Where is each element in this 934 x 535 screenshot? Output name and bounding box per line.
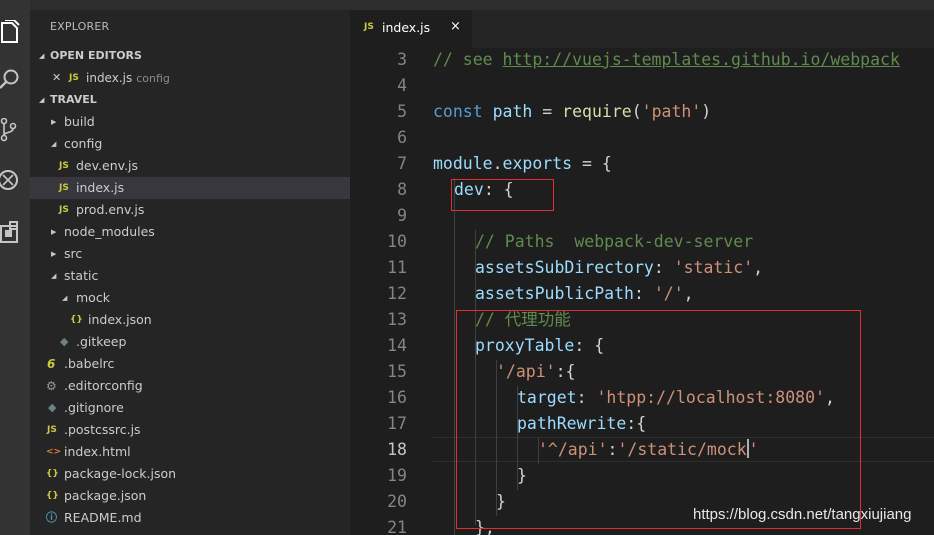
line-number: 6 xyxy=(397,128,407,147)
watermark: https://blog.csdn.net/tangxiujiang xyxy=(693,506,912,523)
tree-item-prod-env-js[interactable]: JS prod.env.js xyxy=(30,199,350,221)
js-file-icon: JS xyxy=(59,183,69,193)
tree-item-package-json[interactable]: {} package.json xyxy=(30,485,350,507)
code-line: assetsPublicPath: '/', xyxy=(475,284,694,303)
open-editor-item[interactable]: ✕ JS index.js config xyxy=(30,67,350,89)
chevron-right-icon: ▶ xyxy=(51,118,57,126)
diamond-icon: ◆ xyxy=(60,335,69,348)
code-line: const path = require('path') xyxy=(433,102,712,121)
gear-icon: ⚙ xyxy=(46,379,57,393)
chevron-right-icon: ▶ xyxy=(51,228,57,236)
open-editors-header[interactable]: ◢ OPEN EDITORS xyxy=(30,45,350,67)
tree-item-index-html[interactable]: <> index.html xyxy=(30,441,350,463)
line-number: 16 xyxy=(387,388,407,407)
line-number: 7 xyxy=(397,154,407,173)
title-bar-strip xyxy=(350,0,934,10)
tree-item-babelrc[interactable]: 6 .babelrc xyxy=(30,353,350,375)
tree-item-package-lock-json[interactable]: {} package-lock.json xyxy=(30,463,350,485)
tree-item-editorconfig[interactable]: ⚙ .editorconfig xyxy=(30,375,350,397)
chevron-down-icon: ◢ xyxy=(62,294,68,302)
line-number: 3 xyxy=(397,50,407,69)
indent-guide xyxy=(454,178,455,535)
close-icon[interactable]: ✕ xyxy=(52,67,61,89)
activity-bar xyxy=(0,0,30,535)
explorer-title: EXPLORER xyxy=(50,20,110,33)
tree-item-gitkeep[interactable]: ◆ .gitkeep xyxy=(30,331,350,353)
tree-item-postcssrc-js[interactable]: JS .postcssrc.js xyxy=(30,419,350,441)
tree-item-index-js[interactable]: JS index.js xyxy=(30,177,350,199)
highlight-box-proxy xyxy=(456,310,861,529)
line-number: 17 xyxy=(387,414,407,433)
extensions-icon[interactable] xyxy=(0,214,30,250)
highlight-box-dev xyxy=(451,179,554,211)
code-line: // see http://vuejs-templates.github.io/… xyxy=(433,50,900,69)
line-number: 19 xyxy=(387,466,407,485)
line-number-active: 18 xyxy=(387,440,407,459)
code-line: module.exports = { xyxy=(433,154,612,173)
code-line: assetsSubDirectory: 'static', xyxy=(475,258,764,277)
tab-index-js[interactable]: JS index.js × xyxy=(350,10,472,48)
tree-item-mock[interactable]: ◢ mock xyxy=(30,287,350,309)
babel-icon: 6 xyxy=(47,357,56,371)
search-icon[interactable] xyxy=(0,62,30,98)
line-number: 9 xyxy=(397,206,407,225)
line-number: 13 xyxy=(387,310,407,329)
diamond-icon: ◆ xyxy=(48,401,57,414)
json-file-icon: {} xyxy=(70,315,83,325)
js-file-icon: JS xyxy=(69,73,79,83)
tree-item-config[interactable]: ◢ config xyxy=(30,133,350,155)
js-file-icon: JS xyxy=(364,22,374,32)
js-file-icon: JS xyxy=(59,161,69,171)
close-icon[interactable]: × xyxy=(450,19,461,34)
tree-item-src[interactable]: ▶ src xyxy=(30,243,350,265)
chevron-right-icon: ▶ xyxy=(51,250,57,258)
files-icon[interactable] xyxy=(0,14,30,50)
chevron-down-icon: ◢ xyxy=(51,140,57,148)
title-bar-strip xyxy=(30,0,350,10)
line-number: 14 xyxy=(387,336,407,355)
tree-item-dev-env-js[interactable]: JS dev.env.js xyxy=(30,155,350,177)
tree-item-gitignore[interactable]: ◆ .gitignore xyxy=(30,397,350,419)
open-editor-name: index.js xyxy=(86,71,133,85)
folder-header-travel[interactable]: ◢ TRAVEL xyxy=(30,89,350,111)
source-control-icon[interactable] xyxy=(0,112,30,148)
editor-tab-strip: JS index.js × xyxy=(350,0,934,48)
line-number: 20 xyxy=(387,492,407,511)
js-file-icon: JS xyxy=(47,425,57,435)
tree-item-static[interactable]: ◢ static xyxy=(30,265,350,287)
info-icon: ⓘ xyxy=(46,511,57,524)
tree-item-node-modules[interactable]: ▶ node_modules xyxy=(30,221,350,243)
tree-item-build[interactable]: ▶ build xyxy=(30,111,350,133)
json-file-icon: {} xyxy=(46,469,59,479)
line-number: 15 xyxy=(387,362,407,381)
open-editor-dir: config xyxy=(136,72,170,85)
line-number: 21 xyxy=(387,518,407,535)
line-number: 10 xyxy=(387,232,407,251)
tree-item-readme-md[interactable]: ⓘ README.md xyxy=(30,507,350,529)
line-number: 8 xyxy=(397,180,407,199)
line-number: 11 xyxy=(387,258,407,277)
line-number: 5 xyxy=(397,102,407,121)
chevron-down-icon: ◢ xyxy=(51,272,57,280)
html-file-icon: <> xyxy=(46,447,62,457)
chevron-down-icon: ◢ xyxy=(39,96,45,104)
tree-item-index-json[interactable]: {} index.json xyxy=(30,309,350,331)
js-file-icon: JS xyxy=(59,205,69,215)
json-file-icon: {} xyxy=(46,491,59,501)
code-editor[interactable]: 3 4 5 6 7 8 9 10 11 12 13 14 15 16 17 18… xyxy=(350,48,934,535)
code-line: // Paths webpack-dev-server xyxy=(475,232,754,251)
explorer-sidebar: EXPLORER ◢ OPEN EDITORS ✕ JS index.js con… xyxy=(30,0,350,535)
debug-icon[interactable] xyxy=(0,162,30,198)
chevron-down-icon: ◢ xyxy=(39,52,45,60)
line-number: 4 xyxy=(397,76,407,95)
tab-label: index.js xyxy=(382,20,431,35)
line-number: 12 xyxy=(387,284,407,303)
